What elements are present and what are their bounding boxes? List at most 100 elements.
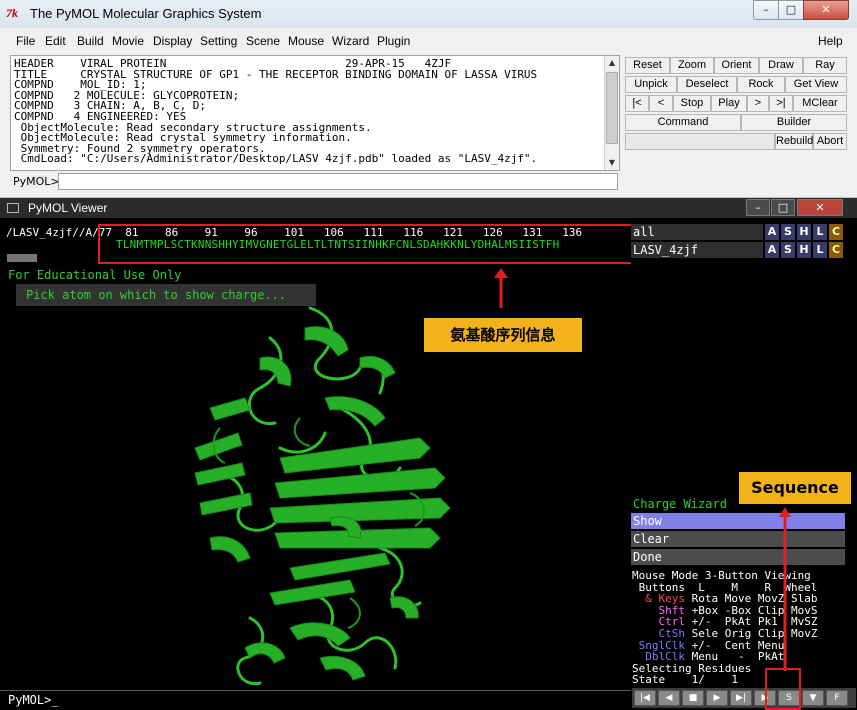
viewer-prompt-text: PyMOL>_ [8,693,59,707]
unpick-button[interactable]: Unpick [625,76,677,93]
hide-button[interactable]: H [797,242,811,258]
sequence-highlight-box [98,224,635,264]
menu-bar: File Edit Build Movie Display Setting Sc… [10,31,846,51]
wizard-clear-button[interactable]: Clear [631,531,845,547]
abort-button[interactable]: Abort [813,133,847,150]
window-icon [7,203,19,213]
sequence-annotation: Sequence [739,472,851,504]
state-indicator: State 1/ 1 [632,673,738,687]
scroll-thumb[interactable] [606,72,618,144]
object-name[interactable]: LASV_4zjf [631,242,763,258]
viewer-command-line[interactable]: PyMOL>_ [0,690,631,710]
viewer-close-button[interactable]: ✕ [797,199,843,216]
console-scrollbar[interactable]: ▲ ▼ [604,56,619,170]
menu-scene[interactable]: Scene [246,34,280,48]
rock-button[interactable]: Rock [737,76,785,93]
close-button[interactable]: ✕ [803,0,849,20]
stop-button[interactable]: Stop [673,95,711,112]
menu-edit[interactable]: Edit [45,34,66,48]
tk-logo-icon: 7k [6,6,18,20]
color-button[interactable]: C [829,242,843,258]
zoom-button[interactable]: Zoom [670,57,714,74]
command-button[interactable]: Command [625,114,741,131]
movie-play-bar: |◀ ◀ ■ ▶ ▶| ▶ S ▼ F [632,688,856,708]
menu-file[interactable]: File [16,34,35,48]
draw-button[interactable]: Draw [759,57,803,74]
end-button[interactable]: >| [769,95,793,112]
command-input[interactable] [58,173,618,190]
viewer-title-bar: PyMOL Viewer – □ ✕ [0,198,857,218]
menu-mouse[interactable]: Mouse [288,34,324,48]
action-button[interactable]: A [765,242,779,258]
object-row-lasv[interactable]: LASV_4zjf A S H L C [631,242,857,258]
back-button[interactable]: < [649,95,673,112]
rewind-button[interactable]: |< [625,95,649,112]
command-prompt-label: PyMOL> [13,175,60,188]
object-panel: all A S H L C LASV_4zjf A S H L C Sequen… [631,218,857,710]
wizard-done-button[interactable]: Done [631,549,845,565]
orient-button[interactable]: Orient [714,57,759,74]
window-title: The PyMOL Molecular Graphics System [30,6,262,21]
mouse-mode-title: Mouse Mode 3-Button Viewing [632,569,811,582]
mouse-row-dblclk: DblClk Menu - PkAt [632,651,857,663]
minimize-button[interactable]: – [753,0,779,20]
get-view-button[interactable]: Get View [785,76,847,93]
menu-wizard[interactable]: Wizard [332,34,369,48]
console-text: HEADER VIRAL PROTEIN 29-APR-15 4ZJF TITL… [14,58,602,166]
rewind-icon[interactable]: |◀ [634,690,656,706]
mclear-button[interactable]: MClear [793,95,847,112]
show-button[interactable]: S [781,224,795,240]
rebuild-button[interactable]: Rebuild [775,133,813,150]
deselect-button[interactable]: Deselect [677,76,737,93]
mouse-mode-info[interactable]: Mouse Mode 3-Button Viewing Buttons L M … [632,570,857,686]
menu-setting[interactable]: Setting [200,34,237,48]
menu-display[interactable]: Display [153,34,192,48]
sequence-button-highlight-box [765,668,801,710]
title-bar: 7k The PyMOL Molecular Graphics System –… [0,0,857,28]
stop-icon[interactable]: ■ [682,690,704,706]
scroll-up-icon[interactable]: ▲ [605,56,619,70]
viewer-title: PyMOL Viewer [28,201,108,215]
scroll-down-icon[interactable]: ▼ [605,156,619,170]
menu-plugin[interactable]: Plugin [377,34,410,48]
menu-help[interactable]: Help [818,34,843,48]
object-row-all[interactable]: all A S H L C [631,224,857,240]
play-icon[interactable]: ▶ [706,690,728,706]
output-console[interactable]: HEADER VIRAL PROTEIN 29-APR-15 4ZJF TITL… [10,55,620,171]
forward-button[interactable]: > [747,95,769,112]
builder-button[interactable]: Builder [741,114,847,131]
wizard-show-button[interactable]: Show [631,513,845,529]
command-row: PyMOL> [10,173,620,190]
hide-button[interactable]: H [797,224,811,240]
reset-button[interactable]: Reset [625,57,670,74]
3d-viewport[interactable]: /LASV_4zjf//A/77 81 86 91 96 101 106 111… [0,218,635,710]
pymol-control-window: 7k The PyMOL Molecular Graphics System –… [0,0,857,198]
dropdown-icon[interactable]: ▼ [802,690,824,706]
menu-build[interactable]: Build [77,34,104,48]
fullscreen-button[interactable]: F [826,690,848,706]
arrow-up-icon [779,507,791,671]
blank-area [625,133,775,150]
console-line: CmdLoad: "C:/Users/Administrator/Desktop… [14,152,538,166]
label-button[interactable]: L [813,242,827,258]
viewer-maximize-button[interactable]: □ [771,199,795,216]
play-button[interactable]: Play [711,95,747,112]
step-back-icon[interactable]: ◀ [658,690,680,706]
action-button[interactable]: A [765,224,779,240]
viewer-minimize-button[interactable]: – [746,199,770,216]
menu-movie[interactable]: Movie [112,34,144,48]
protein-cartoon-model[interactable] [150,298,480,698]
label-button[interactable]: L [813,224,827,240]
color-button[interactable]: C [829,224,843,240]
button-panel: Reset Zoom Orient Draw Ray Unpick Desele… [625,57,847,191]
educational-notice: For Educational Use Only [8,268,182,282]
screen: 7k The PyMOL Molecular Graphics System –… [0,0,857,710]
show-button[interactable]: S [781,242,795,258]
sequence-scrollbar[interactable] [7,254,37,262]
ray-button[interactable]: Ray [803,57,847,74]
maximize-button[interactable]: □ [778,0,804,20]
step-forward-icon[interactable]: ▶| [730,690,752,706]
arrow-up-icon [494,268,508,308]
object-name[interactable]: all [631,224,763,240]
wizard-title: Charge Wizard [633,497,727,511]
